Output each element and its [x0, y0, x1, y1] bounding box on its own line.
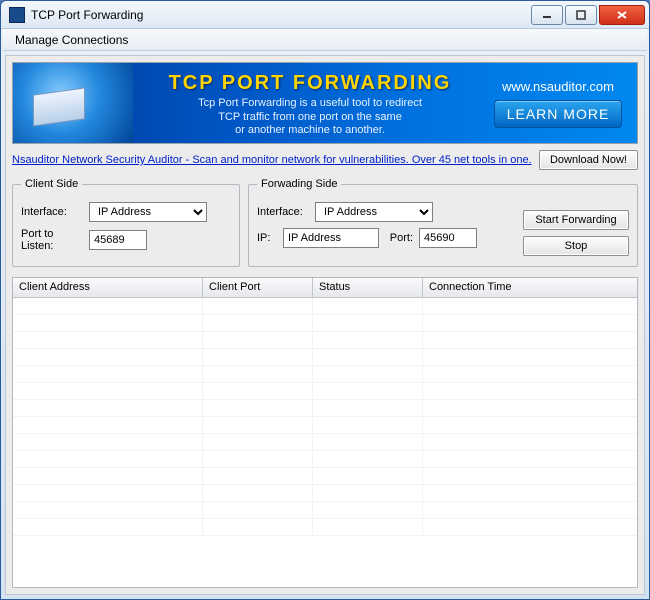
- banner-graphic-icon: [13, 63, 133, 143]
- table-row: [13, 298, 637, 315]
- table-row: [13, 485, 637, 502]
- menu-manage-connections[interactable]: Manage Connections: [9, 31, 134, 49]
- close-button[interactable]: [599, 5, 645, 25]
- fwd-interface-select[interactable]: IP Address: [315, 202, 433, 222]
- config-panels: Client Side Interface: IP Address Port t…: [12, 178, 638, 267]
- fwd-interface-label: Interface:: [257, 206, 309, 218]
- promo-banner[interactable]: TCP PORT FORWARDING Tcp Port Forwarding …: [12, 62, 638, 144]
- minimize-button[interactable]: [531, 5, 563, 25]
- th-client-address[interactable]: Client Address: [13, 278, 203, 297]
- table-row: [13, 383, 637, 400]
- table-row: [13, 502, 637, 519]
- banner-text: TCP PORT FORWARDING Tcp Port Forwarding …: [133, 68, 487, 138]
- table-row: [13, 315, 637, 332]
- banner-url[interactable]: www.nsauditor.com: [487, 79, 629, 94]
- banner-description: Tcp Port Forwarding is a useful tool to …: [139, 97, 481, 138]
- banner-title: TCP PORT FORWARDING: [139, 72, 481, 95]
- table-row: [13, 468, 637, 485]
- banner-desc-line: TCP traffic from one port on the same: [139, 111, 481, 125]
- table-body[interactable]: [13, 298, 637, 587]
- download-now-button[interactable]: Download Now!: [539, 150, 638, 170]
- promo-link-row: Nsauditor Network Security Auditor - Sca…: [12, 150, 638, 170]
- table-row: [13, 451, 637, 468]
- titlebar[interactable]: TCP Port Forwarding: [1, 1, 649, 29]
- forwarding-side-legend: Forwading Side: [257, 178, 341, 190]
- banner-desc-line: or another machine to another.: [139, 124, 481, 138]
- client-side-group: Client Side Interface: IP Address Port t…: [12, 178, 240, 267]
- learn-more-button[interactable]: LEARN MORE: [494, 100, 623, 128]
- app-icon: [9, 7, 25, 23]
- fwd-port-label: Port:: [385, 232, 413, 244]
- start-forwarding-button[interactable]: Start Forwarding: [523, 210, 629, 230]
- th-connection-time[interactable]: Connection Time: [423, 278, 637, 297]
- client-interface-label: Interface:: [21, 206, 83, 218]
- th-client-port[interactable]: Client Port: [203, 278, 313, 297]
- stop-button[interactable]: Stop: [523, 236, 629, 256]
- table-row: [13, 332, 637, 349]
- nsauditor-link[interactable]: Nsauditor Network Security Auditor - Sca…: [12, 154, 533, 166]
- client-interface-select[interactable]: IP Address: [89, 202, 207, 222]
- maximize-icon: [576, 10, 586, 20]
- minimize-icon: [542, 10, 552, 20]
- table-header: Client Address Client Port Status Connec…: [13, 278, 637, 298]
- window-controls: [529, 5, 645, 25]
- table-row: [13, 400, 637, 417]
- client-port-label: Port to Listen:: [21, 228, 83, 252]
- app-window: TCP Port Forwarding Manage Connections T…: [0, 0, 650, 600]
- forwarding-side-group: Forwading Side Interface: IP Address IP:: [248, 178, 638, 267]
- client-port-input[interactable]: [89, 230, 147, 250]
- content-area: TCP PORT FORWARDING Tcp Port Forwarding …: [5, 55, 645, 595]
- banner-right: www.nsauditor.com LEARN MORE: [487, 79, 637, 128]
- th-status[interactable]: Status: [313, 278, 423, 297]
- close-icon: [616, 10, 628, 20]
- fwd-ip-input[interactable]: [283, 228, 379, 248]
- forwarding-buttons: Start Forwarding Stop: [523, 196, 629, 256]
- maximize-button[interactable]: [565, 5, 597, 25]
- client-side-legend: Client Side: [21, 178, 82, 190]
- fwd-ip-label: IP:: [257, 232, 277, 244]
- window-title: TCP Port Forwarding: [31, 8, 529, 22]
- banner-desc-line: Tcp Port Forwarding is a useful tool to …: [139, 97, 481, 111]
- fwd-port-input[interactable]: [419, 228, 477, 248]
- menubar: Manage Connections: [3, 29, 647, 51]
- table-row: [13, 417, 637, 434]
- table-row: [13, 366, 637, 383]
- table-row: [13, 434, 637, 451]
- table-row: [13, 519, 637, 536]
- connections-table: Client Address Client Port Status Connec…: [12, 277, 638, 588]
- forwarding-fields: Interface: IP Address IP: Port:: [257, 196, 515, 256]
- table-row: [13, 349, 637, 366]
